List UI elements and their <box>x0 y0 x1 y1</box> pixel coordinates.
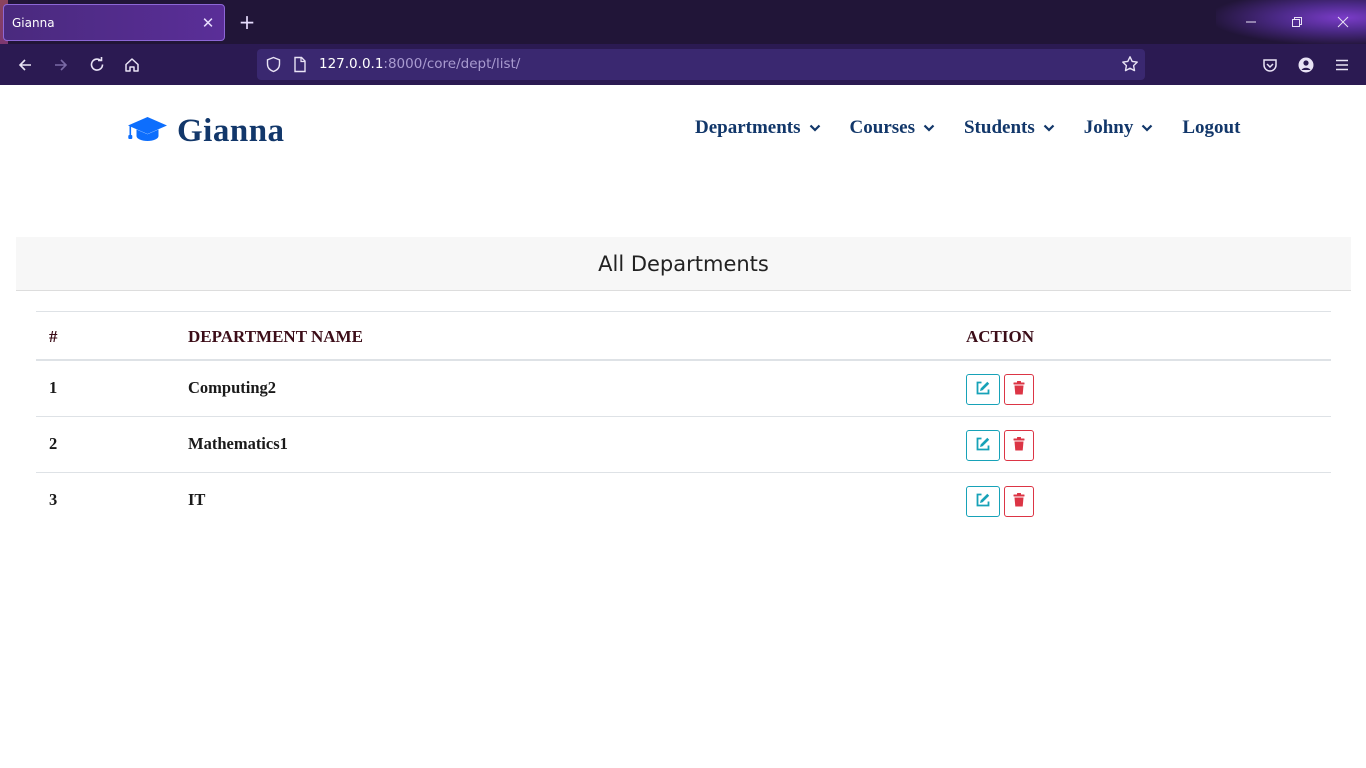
chevron-down-icon <box>809 124 821 132</box>
restore-icon[interactable] <box>1282 8 1312 36</box>
forward-icon[interactable] <box>48 52 74 78</box>
chevron-down-icon <box>923 124 935 132</box>
shield-icon[interactable] <box>265 56 282 77</box>
row-actions <box>966 430 1034 461</box>
delete-button[interactable] <box>1004 430 1034 461</box>
nav-label: Departments <box>695 117 801 138</box>
page-icon <box>293 56 307 77</box>
minimize-icon[interactable] <box>1236 8 1266 36</box>
pocket-icon[interactable] <box>1257 52 1283 78</box>
graduation-cap-icon <box>127 116 168 147</box>
brand-logo[interactable]: Gianna <box>127 113 285 150</box>
nav-students[interactable]: Students <box>964 117 1055 139</box>
tab-title: Gianna <box>12 15 55 30</box>
row-number: 3 <box>49 490 58 509</box>
trash-icon <box>1013 436 1025 455</box>
url-host: 127.0.0.1 <box>319 56 384 72</box>
nav-departments[interactable]: Departments <box>695 117 821 139</box>
menu-icon[interactable] <box>1329 52 1355 78</box>
url-text[interactable]: 127.0.0.1:8000/core/dept/list/ <box>319 56 520 72</box>
column-header-number: # <box>49 327 58 346</box>
trash-icon <box>1013 380 1025 399</box>
nav-label: Courses <box>849 117 915 138</box>
card-header: All Departments <box>16 237 1351 291</box>
brand-name: Gianna <box>177 113 285 149</box>
plus-icon[interactable]: + <box>236 11 258 33</box>
url-bar[interactable]: 127.0.0.1:8000/core/dept/list/ <box>257 49 1145 80</box>
nav-label: Students <box>963 117 1035 138</box>
page-title: All Departments <box>598 251 769 276</box>
edit-icon <box>975 492 991 512</box>
table-row: 3 IT <box>36 473 1331 529</box>
edit-button[interactable] <box>966 430 1000 461</box>
department-name: Computing2 <box>188 378 277 397</box>
department-name: Mathematics1 <box>188 434 288 453</box>
row-number: 1 <box>49 378 58 397</box>
column-header-action: ACTION <box>966 327 1035 346</box>
edit-icon <box>975 380 991 400</box>
edit-icon <box>975 436 991 456</box>
chevron-down-icon <box>1141 124 1153 132</box>
row-number: 2 <box>49 434 58 453</box>
account-icon[interactable] <box>1293 52 1319 78</box>
table-row: 1 Computing2 <box>36 361 1331 417</box>
star-icon[interactable] <box>1121 55 1139 77</box>
web-page: Gianna Departments Courses Students John… <box>0 85 1366 768</box>
delete-button[interactable] <box>1004 374 1034 405</box>
main-nav: Departments Courses Students Johny Logou… <box>695 117 1240 139</box>
delete-button[interactable] <box>1004 486 1034 517</box>
edit-button[interactable] <box>966 486 1000 517</box>
close-icon[interactable]: ✕ <box>200 14 216 32</box>
trash-icon <box>1013 492 1025 511</box>
table-row: 2 Mathematics1 <box>36 417 1331 473</box>
column-header-department-name: DEPARTMENT NAME <box>188 327 363 346</box>
url-path: :8000/core/dept/list/ <box>383 56 521 72</box>
nav-label: Johny <box>1083 117 1134 138</box>
window-close-icon[interactable] <box>1328 8 1358 36</box>
department-name: IT <box>188 490 206 509</box>
nav-user[interactable]: Johny <box>1084 117 1154 139</box>
departments-table: # DEPARTMENT NAME ACTION 1 Computing2 2 … <box>36 311 1331 529</box>
table-header: # DEPARTMENT NAME ACTION <box>36 311 1331 361</box>
home-icon[interactable] <box>119 52 145 78</box>
chevron-down-icon <box>1043 124 1055 132</box>
nav-label: Logout <box>1182 117 1241 138</box>
edit-button[interactable] <box>966 374 1000 405</box>
row-actions <box>966 486 1034 517</box>
browser-tab-bar: Gianna ✕ + <box>0 0 1366 44</box>
nav-logout[interactable]: Logout <box>1182 117 1240 139</box>
back-icon[interactable] <box>12 52 38 78</box>
reload-icon[interactable] <box>84 52 110 78</box>
row-actions <box>966 374 1034 405</box>
nav-courses[interactable]: Courses <box>850 117 935 139</box>
browser-tab[interactable]: Gianna ✕ <box>3 4 225 41</box>
